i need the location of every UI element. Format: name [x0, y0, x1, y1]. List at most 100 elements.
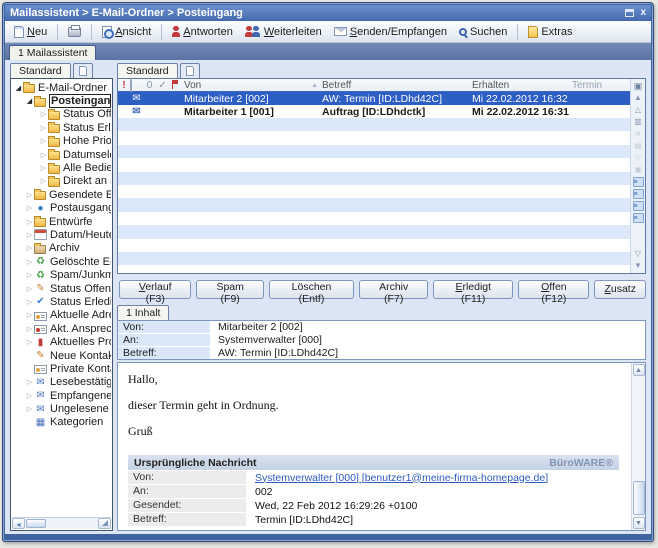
close-icon[interactable]: x	[640, 8, 646, 18]
reply-button[interactable]: Antworten	[167, 23, 238, 41]
collapsed-arrow-icon[interactable]: ▷	[25, 218, 34, 226]
search-button[interactable]: Suchen	[454, 23, 512, 41]
tree-item-empfangene-mails[interactable]: ▷✉Empfangene Mails	[12, 389, 111, 402]
tab-inhalt[interactable]: 1 Inhalt	[117, 305, 169, 320]
tree-item-gesendete[interactable]: ▷Gesendete E-Mails	[12, 188, 111, 201]
tree-item-geloeschte[interactable]: ▷♻Gelöschte E-Mails	[12, 255, 111, 268]
tree-item-postausgang[interactable]: ▷●Postausgang	[12, 202, 111, 215]
collapsed-arrow-icon[interactable]: ▷	[25, 285, 34, 293]
tree-item-archiv[interactable]: ▷Archiv	[12, 242, 111, 255]
tree-item-ansprechpartner[interactable]: ▷Akt. Ansprechpartn.	[12, 322, 111, 335]
collapsed-arrow-icon[interactable]: ▷	[25, 392, 34, 400]
list-header[interactable]: ! 0 ✓ Von▲ Betreff Erhalten Termin	[118, 79, 630, 92]
restore-icon[interactable]	[625, 9, 634, 17]
tree-item-email-ordner[interactable]: ◢E-Mail-Ordner	[12, 81, 111, 94]
tree-item-alle-bediener[interactable]: ▷Alle Bediener	[12, 161, 111, 174]
list-view-icon[interactable]: ≡	[633, 189, 644, 199]
tree-item-status-erledigt[interactable]: ▷Status Erledigt	[12, 121, 111, 134]
loeschen-button[interactable]: Löschen (Entf)	[269, 280, 354, 299]
document-column-header[interactable]	[130, 80, 143, 91]
tree-item-aktuelles-projekt[interactable]: ▷▮Aktuelles Projekt	[12, 335, 111, 348]
collapsed-arrow-icon[interactable]: ▷	[39, 164, 48, 172]
tree-item-hohe-prioritaet[interactable]: ▷Hohe Priorität	[12, 135, 111, 148]
collapsed-arrow-icon[interactable]: ▷	[39, 137, 48, 145]
scroll-up-icon[interactable]: ▲	[633, 364, 645, 376]
scroll-down-icon[interactable]: ▽	[635, 248, 641, 260]
sidebar-tab-standard[interactable]: Standard	[10, 63, 71, 78]
collapsed-arrow-icon[interactable]: ▷	[39, 177, 48, 185]
priority-column-header[interactable]: !	[118, 80, 130, 91]
collapsed-arrow-icon[interactable]: ▷	[25, 191, 34, 199]
list-new-tab[interactable]	[180, 63, 200, 78]
collapsed-arrow-icon[interactable]: ▷	[25, 244, 34, 252]
expanded-arrow-icon[interactable]: ◢	[25, 97, 34, 105]
collapsed-arrow-icon[interactable]: ▷	[25, 204, 34, 212]
scroll-left-icon[interactable]: ◂	[12, 518, 25, 529]
tree-item-posteingang[interactable]: ◢Posteingang	[12, 94, 111, 107]
offen-button[interactable]: Offen (F12)	[518, 280, 589, 299]
collapsed-arrow-icon[interactable]: ▷	[25, 231, 34, 239]
mail-row-unread[interactable]: ✉ Mitarbeiter 1 [001] Auftrag [ID:LDhdct…	[118, 105, 630, 118]
tree-item-status-erledigt-2[interactable]: ▷✔Status Erledigt	[12, 295, 111, 308]
betreff-column-header[interactable]: Betreff	[322, 80, 472, 91]
print-button[interactable]	[63, 23, 86, 41]
tree-item-lesebestaetigungen[interactable]: ▷✉Lesebestätigungen	[12, 376, 111, 389]
erledigt-button[interactable]: Erledigt (F11)	[433, 280, 513, 299]
collapsed-arrow-icon[interactable]: ▷	[25, 311, 34, 319]
tree-item-direkt-an-mich[interactable]: ▷Direkt an mich	[12, 175, 111, 188]
expanded-arrow-icon[interactable]: ◢	[14, 84, 23, 92]
tree-item-datumselektion[interactable]: ▷Datumselektion	[12, 148, 111, 161]
verlauf-button[interactable]: Verlauf (F3)	[119, 280, 191, 299]
spam-button[interactable]: Spam (F9)	[196, 280, 263, 299]
collapsed-arrow-icon[interactable]: ▷	[39, 110, 48, 118]
list-view-icon[interactable]: ≡	[633, 213, 644, 223]
extras-button[interactable]: Extras	[523, 23, 577, 41]
tree-item-aktuelle-adresse[interactable]: ▷Aktuelle Adresse	[12, 309, 111, 322]
sender-email-link[interactable]: Systemverwalter [000] [benutzer1@meine-f…	[246, 472, 548, 484]
list-view-icon[interactable]: ≡	[633, 177, 644, 187]
scroll-to-top-icon[interactable]: ▲	[634, 92, 642, 104]
tab-mailassistent[interactable]: 1 Mailassistent	[9, 45, 96, 60]
collapsed-arrow-icon[interactable]: ▷	[25, 405, 34, 413]
collapsed-arrow-icon[interactable]: ▷	[25, 338, 34, 346]
tree-item-neue-kontakte[interactable]: ✎Neue Kontakte	[12, 349, 111, 362]
sidebar-new-tab[interactable]	[73, 63, 93, 78]
zusatz-button[interactable]: Zusatz	[594, 280, 646, 299]
archiv-button[interactable]: Archiv (F7)	[359, 280, 428, 299]
tree-item-entwuerfe[interactable]: ▷Entwürfe	[12, 215, 111, 228]
done-column-header[interactable]: ✓	[156, 80, 169, 91]
erhalten-column-header[interactable]: Erhalten	[472, 80, 572, 91]
mail-row-selected[interactable]: ✉ Mitarbeiter 2 [002] AW: Termin [ID:LDh…	[118, 92, 630, 105]
collapsed-arrow-icon[interactable]: ▷	[39, 124, 48, 132]
tree-item-private-kontakte[interactable]: Private Kontakte	[12, 362, 111, 375]
body-scrollbar[interactable]: ▲ ▼	[631, 363, 645, 530]
scrollbar-thumb[interactable]	[633, 481, 645, 515]
column-chooser-icon[interactable]: ▣	[634, 80, 643, 92]
scroll-up-icon[interactable]: △	[635, 104, 641, 116]
tree-item-ungelesene-mails[interactable]: ▷✉Ungelesene Mails	[12, 402, 111, 415]
collapsed-arrow-icon[interactable]: ▷	[25, 378, 34, 386]
attachment-column-header[interactable]: 0	[143, 80, 156, 91]
termin-column-header[interactable]: Termin	[572, 80, 630, 91]
scroll-to-bottom-icon[interactable]: ▼	[634, 260, 642, 272]
forward-button[interactable]: Weiterleiten	[240, 23, 327, 41]
sidebar-horizontal-scrollbar[interactable]: ◂	[12, 517, 111, 529]
tree-item-spam[interactable]: ▷♻Spam/Junkmails	[12, 268, 111, 281]
new-button[interactable]: Neu	[9, 23, 52, 41]
scroll-down-icon[interactable]: ▼	[633, 517, 645, 529]
magnifier-icon[interactable]: ○	[636, 128, 641, 140]
tree-item-status-offen[interactable]: ▷Status Offen	[12, 108, 111, 121]
collapsed-arrow-icon[interactable]: ▷	[39, 151, 48, 159]
collapsed-arrow-icon[interactable]: ▷	[25, 271, 34, 279]
send-receive-button[interactable]: Senden/Empfangen	[329, 23, 452, 41]
list-tab-standard[interactable]: Standard	[117, 63, 178, 78]
columns-icon[interactable]: ▥	[634, 116, 642, 128]
von-column-header[interactable]: Von▲	[184, 80, 322, 91]
tree-item-status-offen-2[interactable]: ▷✎Status Offen	[12, 282, 111, 295]
tree-item-kategorien[interactable]: ▦Kategorien	[12, 416, 111, 429]
panel-resize-icon[interactable]	[98, 518, 111, 529]
scrollbar-thumb[interactable]	[26, 519, 46, 528]
collapsed-arrow-icon[interactable]: ▷	[25, 298, 34, 306]
list-view-icon[interactable]: ≡	[633, 201, 644, 211]
collapsed-arrow-icon[interactable]: ▷	[25, 258, 34, 266]
